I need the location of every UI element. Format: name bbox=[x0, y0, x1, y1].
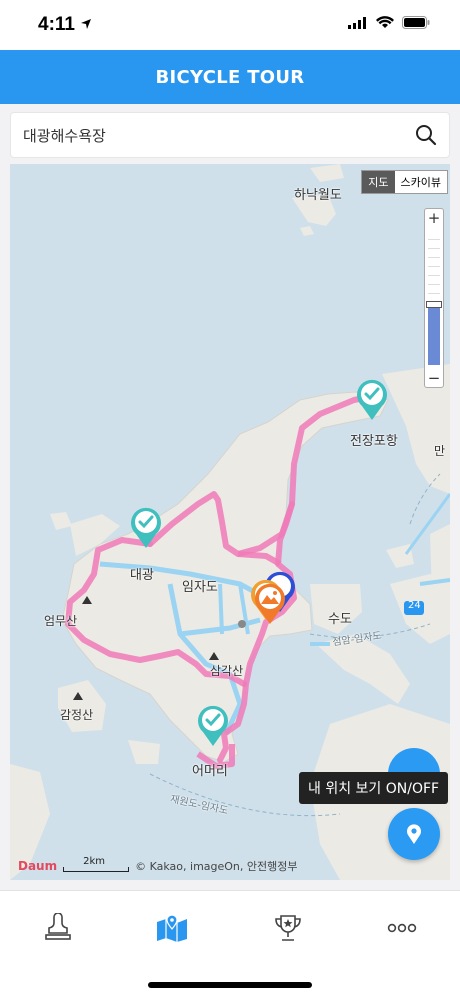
tab-more[interactable] bbox=[382, 911, 422, 945]
map-type-skyview[interactable]: 스카이뷰 bbox=[395, 171, 447, 193]
status-icons bbox=[348, 16, 430, 29]
checkpoint-pin-jeonjangpohang[interactable] bbox=[354, 378, 390, 422]
stamp-icon bbox=[45, 913, 71, 940]
signal-icon bbox=[348, 16, 366, 29]
search-bar: 대광해수욕장 bbox=[0, 104, 460, 164]
status-time: 4:11 bbox=[38, 14, 75, 35]
daum-logo: Daum bbox=[18, 859, 58, 873]
tab-map[interactable] bbox=[152, 911, 192, 945]
my-location-button[interactable] bbox=[388, 808, 440, 860]
zoom-in-button[interactable]: + bbox=[425, 209, 443, 227]
label-jeonjangpohang: 전장포항 bbox=[350, 434, 398, 449]
scenic-pin-orange[interactable] bbox=[252, 582, 288, 626]
location-arrow-icon bbox=[81, 19, 91, 29]
home-indicator bbox=[148, 982, 312, 988]
label-daegwang: 대광 bbox=[130, 568, 154, 583]
battery-icon bbox=[402, 16, 430, 29]
map-view[interactable]: 지도 스카이뷰 + − 하낙월도 전장포항 임자도 대광 엄무산 삼각산 감정산… bbox=[10, 164, 450, 880]
tab-stamp[interactable] bbox=[38, 911, 78, 945]
zoom-out-button[interactable]: − bbox=[425, 369, 443, 387]
label-sudo: 수도 bbox=[328, 612, 352, 627]
map-scale-bar: 2km bbox=[63, 856, 130, 874]
label-eomeori: 어머리 bbox=[192, 764, 228, 779]
search-input[interactable]: 대광해수욕장 bbox=[10, 112, 450, 158]
map-attribution: Daum 2km © Kakao, imageOn, 안전행정부 bbox=[18, 856, 298, 874]
label-hanakwoldo: 하낙월도 bbox=[294, 188, 342, 203]
scale-label: 2km bbox=[83, 856, 106, 867]
poi-marker bbox=[238, 620, 246, 628]
map-icon bbox=[157, 914, 187, 942]
location-tooltip: 내 위치 보기 ON/OFF bbox=[299, 772, 449, 804]
more-icon bbox=[387, 923, 417, 933]
label-road-24: 24 bbox=[408, 600, 421, 611]
tab-trophy[interactable] bbox=[268, 911, 308, 945]
zoom-control: + − bbox=[424, 208, 444, 388]
zoom-level-fill bbox=[428, 305, 440, 365]
search-input-value: 대광해수욕장 bbox=[23, 126, 106, 145]
trophy-icon bbox=[275, 915, 301, 941]
location-pin-icon bbox=[407, 824, 421, 844]
checkpoint-pin-eomeori[interactable] bbox=[195, 704, 231, 748]
attribution-text: © Kakao, imageOn, 안전행정부 bbox=[135, 860, 298, 873]
zoom-handle[interactable] bbox=[426, 301, 442, 308]
label-imjado: 임자도 bbox=[182, 580, 218, 595]
checkpoint-pin-daegwang[interactable] bbox=[128, 506, 164, 550]
label-gamjeongsan: 감정산 bbox=[60, 708, 94, 722]
status-bar: 4:11 bbox=[0, 0, 460, 50]
label-samgaksan: 삼각산 bbox=[210, 664, 244, 678]
bottom-tab-bar bbox=[0, 890, 460, 996]
label-eommusan: 엄무산 bbox=[44, 614, 78, 628]
page-title: BICYCLE TOUR bbox=[155, 66, 305, 88]
wifi-icon bbox=[376, 16, 394, 28]
search-icon[interactable] bbox=[415, 124, 437, 146]
map-type-map[interactable]: 지도 bbox=[362, 171, 395, 193]
app-header: BICYCLE TOUR bbox=[0, 50, 460, 104]
label-man: 만 bbox=[434, 444, 446, 458]
map-type-toggle: 지도 스카이뷰 bbox=[361, 170, 448, 194]
